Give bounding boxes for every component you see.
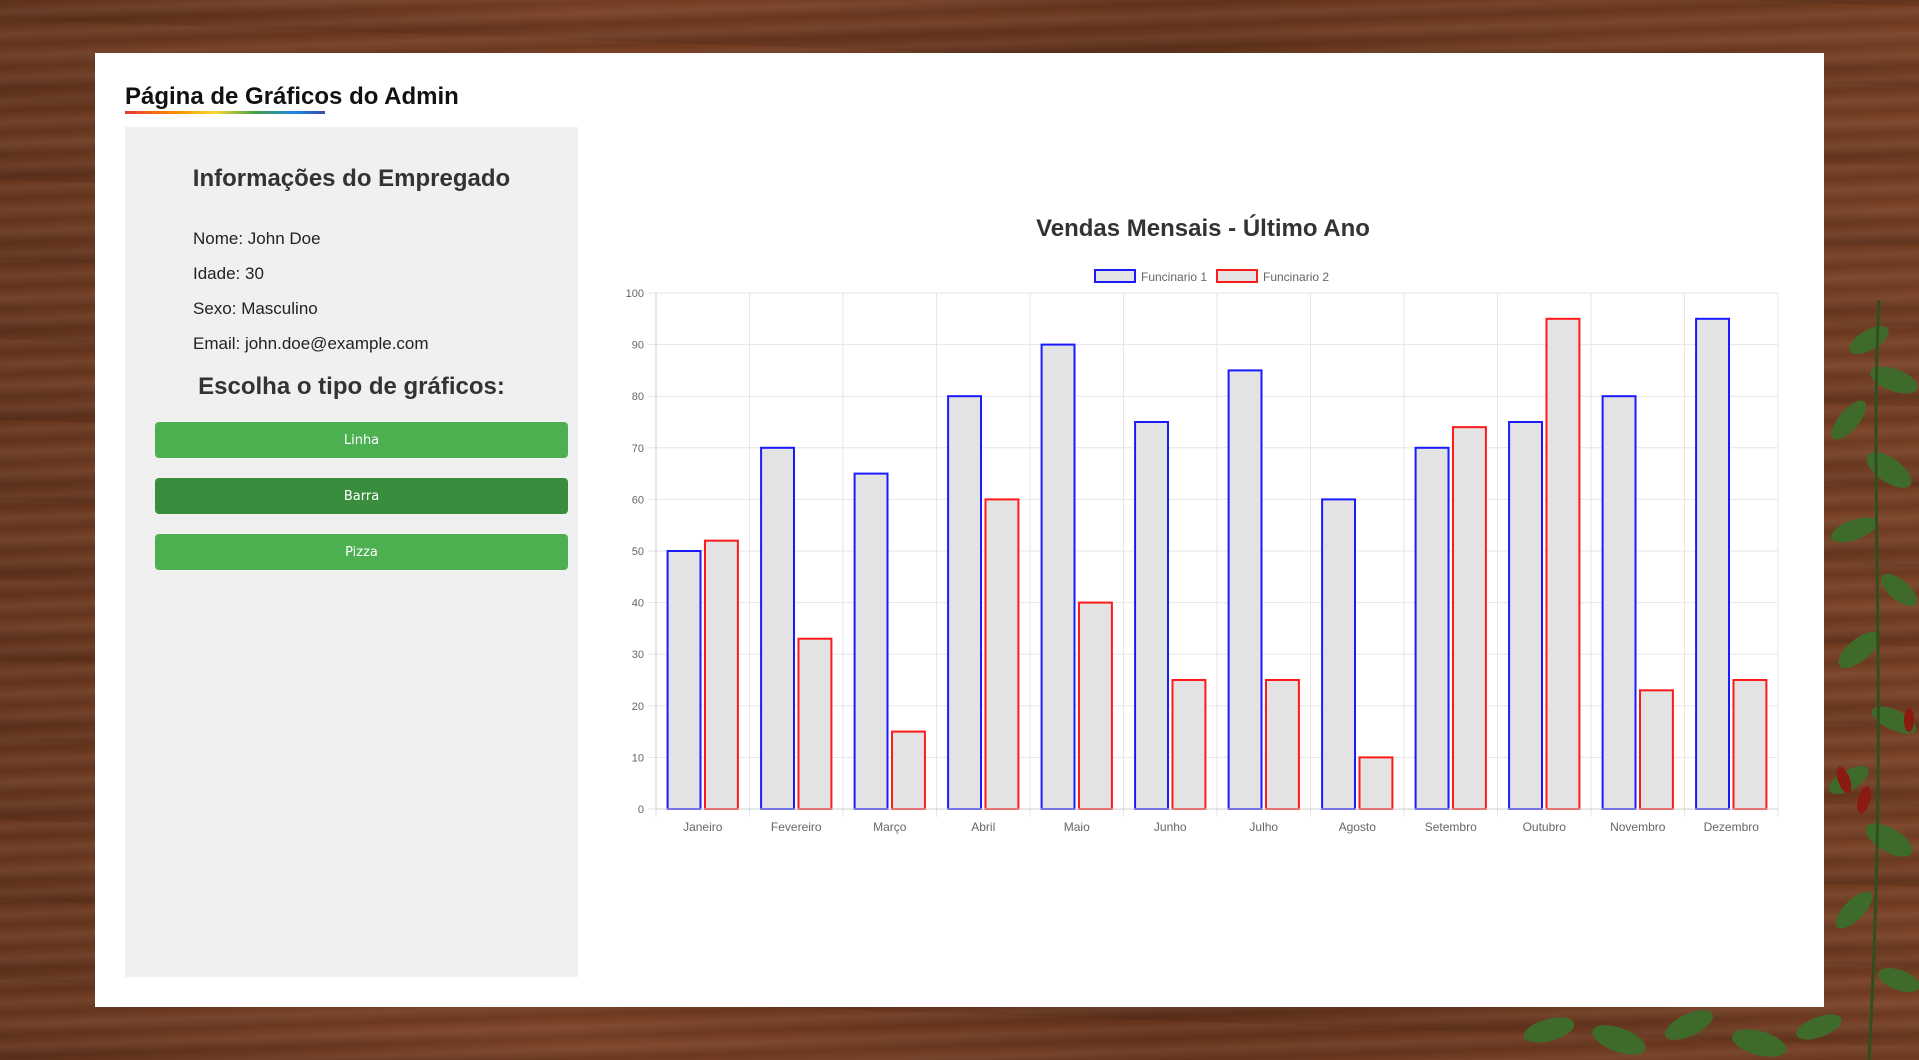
x-tick-label: Novembro — [1610, 820, 1666, 834]
x-tick-label: Julho — [1249, 820, 1278, 834]
plant-decoration — [1829, 300, 1919, 1060]
y-tick-label: 0 — [638, 804, 644, 816]
employee-info-heading: Informações do Empregado — [192, 165, 511, 192]
employee-email: Email: john.doe@example.com — [193, 334, 429, 353]
bar — [760, 446, 796, 810]
legend-label: Funcinario 2 — [1263, 270, 1329, 284]
legend-label: Funcinario 1 — [1141, 270, 1207, 284]
bar — [1040, 343, 1076, 810]
bar — [890, 730, 926, 810]
bar — [947, 395, 983, 810]
bar — [1134, 421, 1170, 810]
chart-area: Vendas Mensais - Último Ano Funcinario 1… — [608, 153, 1798, 873]
y-tick-label: 30 — [632, 649, 644, 661]
y-tick-label: 80 — [632, 391, 644, 403]
bar — [1545, 317, 1581, 811]
x-tick-label: Setembro — [1425, 820, 1477, 834]
bar — [1077, 601, 1113, 810]
y-tick-label: 100 — [626, 288, 644, 300]
bar-chart: Funcinario 1 Funcinario 2 0 10 20 30 40 50 60 70 8… — [626, 269, 1779, 834]
x-tick-label: Março — [873, 820, 907, 834]
bar — [1601, 395, 1637, 810]
bar — [853, 472, 889, 810]
legend-swatch — [1094, 269, 1136, 283]
bar — [1414, 446, 1450, 810]
y-tick-label: 50 — [632, 546, 644, 558]
plant-decoration-bottom — [1523, 1010, 1842, 1057]
x-tick-label: Janeiro — [683, 820, 723, 834]
y-tick-label: 10 — [632, 752, 644, 764]
employee-sex: Sexo: Masculino — [193, 299, 318, 318]
y-tick-label: 40 — [632, 598, 644, 610]
bar — [1638, 689, 1674, 811]
x-tick-label: Outubro — [1523, 820, 1567, 834]
x-tick-label: Fevereiro — [771, 820, 822, 834]
title-underline — [125, 111, 325, 114]
legend-swatch — [1216, 269, 1258, 283]
bar — [1321, 498, 1357, 810]
y-tick-label: 90 — [632, 340, 644, 352]
pie-chart-button[interactable]: Pizza — [155, 534, 568, 570]
employee-name: Nome: John Doe — [193, 229, 321, 248]
chart-type-heading: Escolha o tipo de gráficos: — [198, 373, 505, 400]
x-tick-label: Junho — [1154, 820, 1187, 834]
y-tick-label: 70 — [632, 443, 644, 455]
employee-age: Idade: 30 — [193, 264, 264, 283]
bar — [1508, 421, 1544, 810]
sidebar: Informações do Empregado Nome: John Doe … — [125, 127, 578, 977]
bar — [1358, 756, 1394, 811]
x-tick-label: Agosto — [1339, 820, 1377, 834]
bar — [1695, 317, 1731, 811]
y-tick-label: 20 — [632, 701, 644, 713]
main-card: Página de Gráficos do Admin Informações … — [95, 53, 1824, 1007]
y-tick-label: 60 — [632, 494, 644, 506]
x-tick-label: Abril — [971, 820, 995, 834]
bar — [1227, 369, 1263, 810]
x-tick-label: Dezembro — [1704, 820, 1760, 834]
bar — [1171, 679, 1207, 810]
bar — [666, 550, 702, 810]
bar — [1264, 679, 1300, 810]
page-title: Página de Gráficos do Admin — [125, 83, 459, 110]
bar — [984, 498, 1020, 810]
bar — [703, 539, 739, 810]
bar — [1732, 679, 1768, 810]
x-tick-label: Maio — [1064, 820, 1090, 834]
line-chart-button[interactable]: Linha — [155, 422, 568, 458]
bar-chart-button[interactable]: Barra — [155, 478, 568, 514]
bar — [1451, 426, 1487, 810]
bar — [797, 637, 833, 810]
